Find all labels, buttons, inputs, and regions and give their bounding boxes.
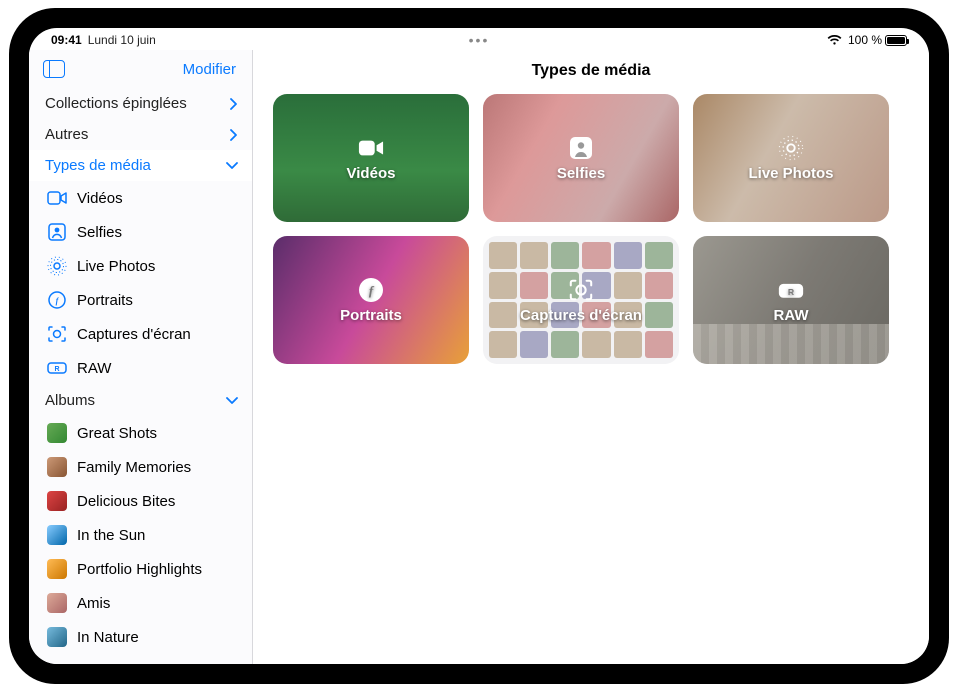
sidebar-item-portraits[interactable]: f Portraits xyxy=(29,283,252,317)
sidebar-item-label: Vidéos xyxy=(77,190,238,207)
sidebar-item-label: Selfies xyxy=(77,224,238,241)
card-screenshots[interactable]: Captures d'écran xyxy=(483,236,679,364)
sidebar-album-item[interactable]: In the Sun xyxy=(29,518,252,552)
portrait-icon: f xyxy=(47,290,67,310)
card-label: Live Photos xyxy=(748,165,833,182)
sidebar-toggle-icon[interactable] xyxy=(43,60,65,78)
app-content: Modifier Collections épinglées Autres Ty… xyxy=(29,50,929,664)
video-icon xyxy=(358,135,384,161)
card-livephotos[interactable]: Live Photos xyxy=(693,94,889,222)
sidebar-item-videos[interactable]: Vidéos xyxy=(29,181,252,215)
sidebar-item-label: Live Photos xyxy=(77,258,238,275)
sidebar-item-screenshots[interactable]: Captures d'écran xyxy=(29,317,252,351)
album-thumbnail xyxy=(47,627,67,647)
portrait-icon: f xyxy=(358,277,384,303)
album-thumbnail xyxy=(47,525,67,545)
card-portraits[interactable]: f Portraits xyxy=(273,236,469,364)
card-raw[interactable]: R RAW xyxy=(693,236,889,364)
status-date: Lundi 10 juin xyxy=(88,33,156,47)
sidebar-item-label: Family Memories xyxy=(77,459,238,476)
wifi-icon xyxy=(827,35,842,46)
sidebar-item-label: In the Sun xyxy=(77,527,238,544)
sidebar-item-label: Portfolio Highlights xyxy=(77,561,238,578)
card-label: RAW xyxy=(774,307,809,324)
sidebar-album-item[interactable]: Amis xyxy=(29,586,252,620)
page-title: Types de média xyxy=(253,50,929,94)
card-selfies[interactable]: Selfies xyxy=(483,94,679,222)
sidebar-item-label: RAW xyxy=(77,360,238,377)
sidebar-item-label: Portraits xyxy=(77,292,238,309)
sidebar-item-raw[interactable]: R RAW xyxy=(29,351,252,385)
sidebar-album-item[interactable]: Delicious Bites xyxy=(29,484,252,518)
video-icon xyxy=(47,188,67,208)
card-label: Vidéos xyxy=(347,165,396,182)
svg-text:R: R xyxy=(54,366,59,373)
battery-indicator: 100 % xyxy=(848,33,907,47)
ipad-frame: 09:41 Lundi 10 juin ••• 100 % Modifier xyxy=(9,8,949,684)
status-bar: 09:41 Lundi 10 juin ••• 100 % xyxy=(29,28,929,50)
modify-button[interactable]: Modifier xyxy=(183,61,236,78)
sidebar-item-selfies[interactable]: Selfies xyxy=(29,215,252,249)
livephoto-icon xyxy=(778,135,804,161)
sidebar-item-label: In Nature xyxy=(77,629,238,646)
selfie-icon xyxy=(47,222,67,242)
sidebar-item-label: Delicious Bites xyxy=(77,493,238,510)
sidebar-album-item[interactable]: Great Shots xyxy=(29,416,252,450)
raw-icon: R xyxy=(778,277,804,303)
card-label: Captures d'écran xyxy=(520,307,642,324)
sidebar-item-livephotos[interactable]: Live Photos xyxy=(29,249,252,283)
card-label: Selfies xyxy=(557,165,605,182)
sidebar-section-pinned[interactable]: Collections épinglées xyxy=(29,88,252,119)
album-thumbnail xyxy=(47,457,67,477)
sidebar-album-item[interactable]: In Nature xyxy=(29,620,252,654)
sidebar-album-item[interactable]: Portfolio Highlights xyxy=(29,552,252,586)
chevron-right-icon xyxy=(230,129,238,141)
screenshot-icon xyxy=(568,277,594,303)
chevron-right-icon xyxy=(230,98,238,110)
svg-text:f: f xyxy=(56,297,60,306)
multitask-dots-icon[interactable]: ••• xyxy=(469,32,490,48)
main-pane: Types de média Vidéos xyxy=(253,50,929,664)
screenshot-icon xyxy=(47,324,67,344)
album-thumbnail xyxy=(47,423,67,443)
album-thumbnail xyxy=(47,593,67,613)
album-thumbnail xyxy=(47,559,67,579)
svg-text:R: R xyxy=(788,286,795,296)
sidebar: Modifier Collections épinglées Autres Ty… xyxy=(29,50,253,664)
crosswalk-bg xyxy=(693,324,889,364)
chevron-down-icon xyxy=(226,397,238,405)
sidebar-section-albums[interactable]: Albums xyxy=(29,385,252,416)
battery-icon xyxy=(885,35,907,46)
status-time: 09:41 xyxy=(51,33,82,47)
screen: 09:41 Lundi 10 juin ••• 100 % Modifier xyxy=(29,28,929,664)
sidebar-item-label: Captures d'écran xyxy=(77,326,238,343)
sidebar-item-label: Great Shots xyxy=(77,425,238,442)
selfie-icon xyxy=(568,135,594,161)
battery-text: 100 % xyxy=(848,33,882,47)
raw-icon: R xyxy=(47,358,67,378)
livephoto-icon xyxy=(47,256,67,276)
sidebar-item-label: Amis xyxy=(77,595,238,612)
card-videos[interactable]: Vidéos xyxy=(273,94,469,222)
media-type-grid: Vidéos Selfies xyxy=(253,94,929,364)
sidebar-section-others[interactable]: Autres xyxy=(29,119,252,150)
sidebar-album-item[interactable]: Family Memories xyxy=(29,450,252,484)
album-thumbnail xyxy=(47,491,67,511)
chevron-down-icon xyxy=(226,162,238,170)
sidebar-section-media-types[interactable]: Types de média xyxy=(29,150,252,181)
card-label: Portraits xyxy=(340,307,402,324)
